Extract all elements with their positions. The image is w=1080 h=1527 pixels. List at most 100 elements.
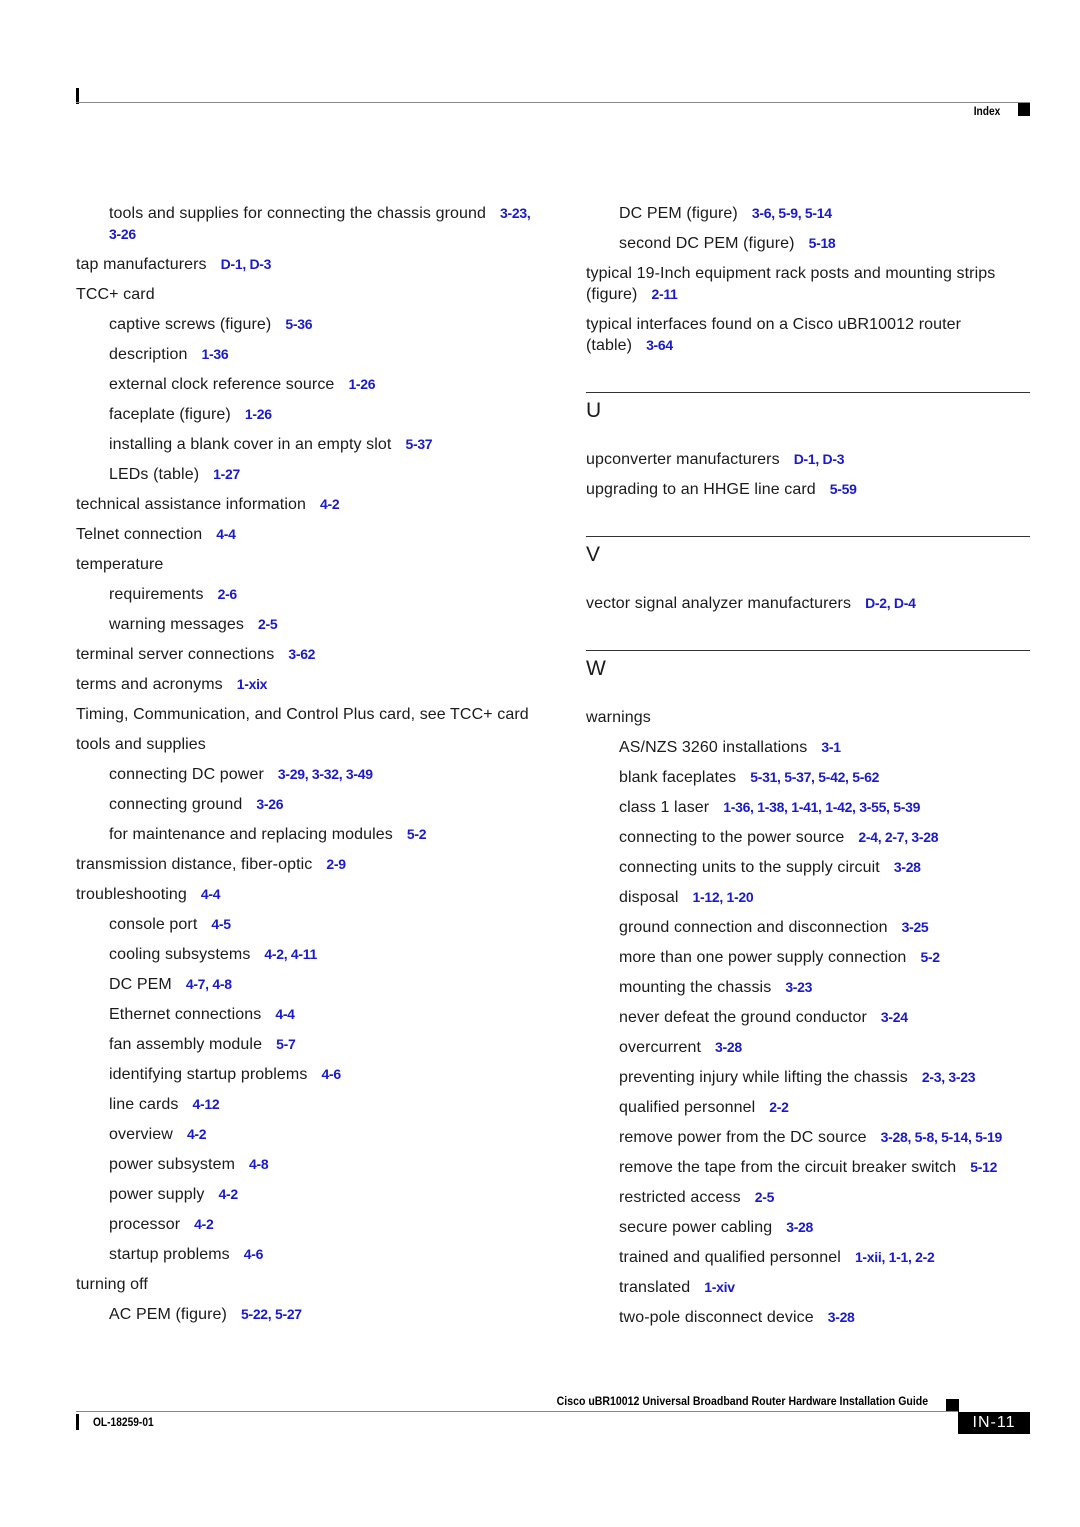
page-reference-link[interactable]: 1-xiv: [704, 1279, 735, 1295]
page-reference-link[interactable]: 4-12: [192, 1096, 219, 1112]
entry-term: warnings: [586, 709, 651, 726]
page-reference-link[interactable]: 3-28: [828, 1309, 855, 1325]
page-reference-link[interactable]: 4-6: [321, 1066, 341, 1082]
page-reference-link[interactable]: 4-4: [201, 886, 221, 902]
index-subentry: requirements 2-6: [76, 584, 536, 605]
page-reference-link[interactable]: 3-28, 5-8, 5-14, 5-19: [881, 1129, 1003, 1145]
entry-term: vector signal analyzer manufacturers: [586, 595, 852, 612]
entry-term: connecting ground: [109, 796, 243, 813]
index-subentry: for maintenance and replacing modules 5-2: [76, 824, 536, 845]
page-reference-link[interactable]: 5-2: [407, 826, 427, 842]
index-subentry: mounting the chassis 3-23: [586, 977, 1030, 998]
index-subentry: qualified personnel 2-2: [586, 1097, 1030, 1118]
page-reference-link[interactable]: 5-31, 5-37, 5-42, 5-62: [750, 769, 879, 785]
entry-term: secure power cabling: [619, 1219, 773, 1236]
page-reference-link[interactable]: 2-3, 3-23: [922, 1069, 976, 1085]
page-reference-link[interactable]: 3-28: [786, 1219, 813, 1235]
index-entry: tap manufacturers D-1, D-3: [76, 254, 536, 275]
page-reference-link[interactable]: 3-24: [881, 1009, 908, 1025]
page-reference-link[interactable]: 3-28: [715, 1039, 742, 1055]
page-reference-link[interactable]: 4-6: [244, 1246, 264, 1262]
entry-term: tap manufacturers: [76, 256, 207, 273]
entry-term: installing a blank cover in an empty slo…: [109, 436, 392, 453]
page-reference-link[interactable]: 1-36: [201, 346, 228, 362]
section-rule: [586, 650, 1030, 651]
entry-term: technical assistance information: [76, 496, 306, 513]
index-subentry: power supply 4-2: [76, 1184, 536, 1205]
page-reference-link[interactable]: 2-9: [326, 856, 346, 872]
page-reference-link[interactable]: 1-27: [213, 466, 240, 482]
page-reference-link[interactable]: 3-62: [288, 646, 315, 662]
page-reference-link[interactable]: 2-4, 2-7, 3-28: [858, 829, 938, 845]
index-subentry: blank faceplates 5-31, 5-37, 5-42, 5-62: [586, 767, 1030, 788]
entry-term: translated: [619, 1279, 691, 1296]
page-reference-link[interactable]: 4-2: [194, 1216, 214, 1232]
page-reference-link[interactable]: 2-2: [769, 1099, 789, 1115]
page-reference-link[interactable]: 1-26: [245, 406, 272, 422]
entry-term: disposal: [619, 889, 679, 906]
page-reference-link[interactable]: 5-12: [970, 1159, 997, 1175]
page-reference-link[interactable]: 3-29, 3-32, 3-49: [278, 766, 373, 782]
index-subentry: identifying startup problems 4-6: [76, 1064, 536, 1085]
entry-term: line cards: [109, 1096, 179, 1113]
page-reference-link[interactable]: 4-2: [218, 1186, 238, 1202]
page-reference-link[interactable]: 3-25: [902, 919, 929, 935]
page-reference-link[interactable]: 2-5: [755, 1189, 775, 1205]
page-reference-link[interactable]: 2-6: [218, 586, 238, 602]
index-entry: vector signal analyzer manufacturers D-2,…: [586, 593, 1030, 614]
index-entry: Timing, Communication, and Control Plus …: [76, 704, 536, 725]
page-reference-link[interactable]: 1-12, 1-20: [693, 889, 754, 905]
page-reference-link[interactable]: D-1, D-3: [794, 451, 845, 467]
index-subentry: restricted access 2-5: [586, 1187, 1030, 1208]
index-subentry: processor 4-2: [76, 1214, 536, 1235]
page-reference-link[interactable]: 5-22, 5-27: [241, 1306, 302, 1322]
page-reference-link[interactable]: 3-64: [646, 337, 673, 353]
page-reference-link[interactable]: 4-2: [187, 1126, 207, 1142]
page-reference-link[interactable]: 1-26: [348, 376, 375, 392]
page-reference-link[interactable]: 3-6, 5-9, 5-14: [752, 205, 832, 221]
page-reference-link[interactable]: 4-2: [320, 496, 340, 512]
page-reference-link[interactable]: 1-xix: [237, 676, 268, 692]
entry-term: terms and acronyms: [76, 676, 223, 693]
page-reference-link[interactable]: 4-2, 4-11: [264, 946, 317, 962]
page-reference-link[interactable]: 3-28: [894, 859, 921, 875]
letter-sections: Uupconverter manufacturers D-1, D-3 upgrad…: [586, 392, 1030, 1328]
page-reference-link[interactable]: 5-37: [405, 436, 432, 452]
page-reference-link[interactable]: 2-5: [258, 616, 278, 632]
page-reference-link[interactable]: D-2, D-4: [865, 595, 916, 611]
page-reference-link[interactable]: 5-2: [920, 949, 940, 965]
entry-term: preventing injury while lifting the chas…: [619, 1069, 908, 1086]
page-reference-link[interactable]: 4-5: [211, 916, 231, 932]
index-subentry: captive screws (figure) 5-36: [76, 314, 536, 335]
entry-term: typical interfaces found on a Cisco uBR1…: [586, 316, 962, 354]
footer-guide-title: Cisco uBR10012 Universal Broadband Route…: [556, 1394, 928, 1408]
page-reference-link[interactable]: D-1, D-3: [221, 256, 272, 272]
index-subentry: connecting ground 3-26: [76, 794, 536, 815]
index-entry: technical assistance information 4-2: [76, 494, 536, 515]
page-reference-link[interactable]: 5-59: [830, 481, 857, 497]
entry-term: remove power from the DC source: [619, 1129, 867, 1146]
index-subentry: DC PEM 4-7, 4-8: [76, 974, 536, 995]
page-reference-link[interactable]: 3-1: [821, 739, 841, 755]
page-reference-link[interactable]: 4-7, 4-8: [186, 976, 232, 992]
entry-term: console port: [109, 916, 198, 933]
page-reference-link[interactable]: 2-11: [651, 286, 677, 302]
index-subentry: two-pole disconnect device 3-28: [586, 1307, 1030, 1328]
page-reference-link[interactable]: 4-4: [216, 526, 236, 542]
page-reference-link[interactable]: 5-18: [809, 235, 836, 251]
page-reference-link[interactable]: 4-4: [275, 1006, 295, 1022]
page-reference-link[interactable]: 3-23: [785, 979, 812, 995]
index-subentry: ground connection and disconnection 3-25: [586, 917, 1030, 938]
index-subentry: never defeat the ground conductor 3-24: [586, 1007, 1030, 1028]
index-subentry: connecting DC power 3-29, 3-32, 3-49: [76, 764, 536, 785]
entry-term: tools and supplies: [76, 736, 206, 753]
entry-term: power supply: [109, 1186, 205, 1203]
page-reference-link[interactable]: 5-36: [285, 316, 312, 332]
page-reference-link[interactable]: 3-26: [256, 796, 283, 812]
index-entry: tools and supplies: [76, 734, 536, 755]
page-reference-link[interactable]: 1-36, 1-38, 1-41, 1-42, 3-55, 5-39: [723, 799, 920, 815]
page-reference-link[interactable]: 4-8: [249, 1156, 269, 1172]
index-entry: typical 19-Inch equipment rack posts and…: [586, 263, 1030, 305]
page-reference-link[interactable]: 1-xii, 1-1, 2-2: [855, 1249, 935, 1265]
page-reference-link[interactable]: 5-7: [276, 1036, 296, 1052]
